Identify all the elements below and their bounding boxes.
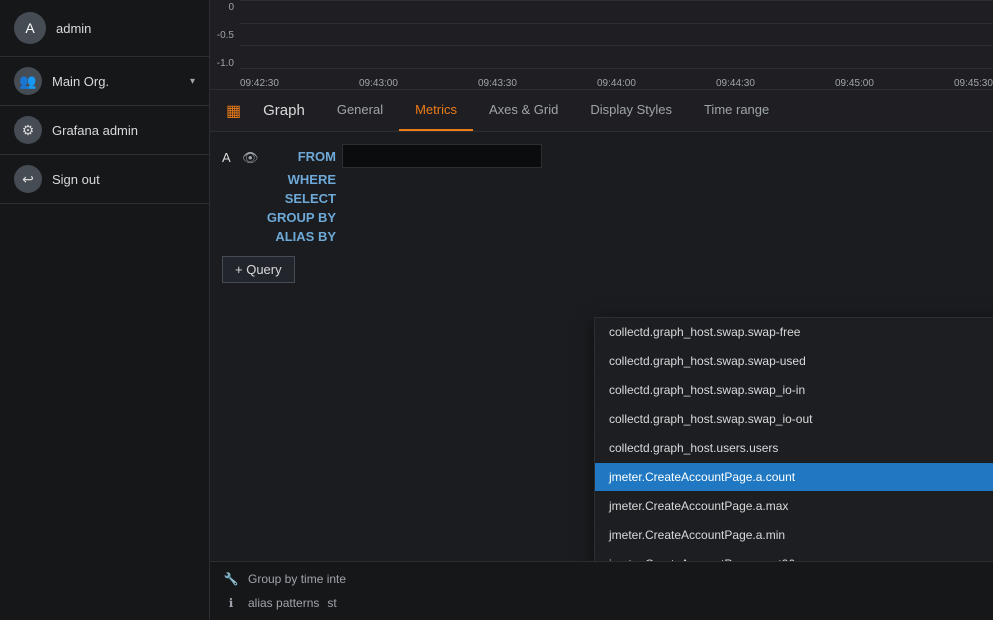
x-label-5: 09:45:00 [835, 78, 874, 89]
tabs-bar: ▦ Graph General Metrics Axes & Grid Disp… [210, 90, 993, 132]
sidebar-item-grafana-admin[interactable]: ⚙ Grafana admin [0, 106, 209, 155]
chart-x-labels: 09:42:30 09:43:00 09:43:30 09:44:00 09:4… [240, 78, 993, 89]
dropdown-item-jmeter-count[interactable]: jmeter.CreateAccountPage.a.count [595, 463, 993, 492]
tab-general[interactable]: General [321, 90, 399, 131]
from-line: FROM [266, 144, 981, 168]
dropdown-item-jmeter-pct90[interactable]: jmeter.CreateAccountPage.a.pct90 [595, 550, 993, 561]
where-keyword: WHERE [266, 172, 336, 187]
select-keyword: SELECT [266, 191, 336, 206]
group-by-line: GROUP BY [266, 210, 981, 225]
group-by-time-row: 🔧 Group by time inte [222, 570, 981, 588]
grid-line [240, 0, 993, 1]
group-by-keyword: GROUP BY [266, 210, 336, 225]
x-label-0: 09:42:30 [240, 78, 279, 89]
alias-patterns-label: alias patterns [248, 596, 319, 610]
select-line: SELECT [266, 191, 981, 206]
query-letter: A [222, 144, 242, 165]
sidebar-username: admin [56, 21, 91, 36]
dropdown-item-swap-used[interactable]: collectd.graph_host.swap.swap-used [595, 347, 993, 376]
main-content: 0 -0.5 -1.0 09:42:30 09:43:00 09:43:30 0… [210, 0, 993, 620]
grid-line [240, 45, 993, 46]
add-query-button[interactable]: + Query [222, 256, 295, 283]
dropdown-item-swap-free[interactable]: collectd.graph_host.swap.swap-free [595, 318, 993, 347]
org-icon: 👥 [14, 67, 42, 95]
chart-y-labels: 0 -0.5 -1.0 [210, 2, 238, 69]
x-label-2: 09:43:30 [478, 78, 517, 89]
grid-line [240, 23, 993, 24]
grid-line [240, 68, 993, 69]
sidebar-item-sign-out[interactable]: ↩ Sign out [0, 155, 209, 204]
x-label-3: 09:44:00 [597, 78, 636, 89]
chevron-down-icon: ▾ [190, 76, 195, 87]
query-row-a: A 👁 FROM WHERE SELECT GROUP BY ALIAS BY [222, 144, 981, 244]
tab-title: Graph [247, 90, 321, 131]
gear-icon: ⚙ [14, 116, 42, 144]
bottom-rows: 🔧 Group by time inte ℹ alias patterns st [210, 561, 993, 620]
from-input[interactable] [342, 144, 542, 168]
y-label-0: 0 [210, 2, 238, 13]
chart-grid [240, 0, 993, 69]
group-by-time-label: Group by time inte [248, 572, 346, 586]
chart-area: 0 -0.5 -1.0 09:42:30 09:43:00 09:43:30 0… [210, 0, 993, 90]
sidebar-user: A admin [0, 0, 209, 57]
x-label-1: 09:43:00 [359, 78, 398, 89]
dropdown-item-swap-io-out[interactable]: collectd.graph_host.swap.swap_io-out [595, 405, 993, 434]
dropdown-item-jmeter-max[interactable]: jmeter.CreateAccountPage.a.max [595, 492, 993, 521]
sidebar-item-label: Grafana admin [52, 123, 195, 138]
alias-by-line: ALIAS BY [266, 229, 981, 244]
dropdown-item-swap-io-in[interactable]: collectd.graph_host.swap.swap_io-in [595, 376, 993, 405]
query-area: A 👁 FROM WHERE SELECT GROUP BY ALIAS BY [210, 132, 993, 561]
query-builder: FROM WHERE SELECT GROUP BY ALIAS BY [266, 144, 981, 244]
sidebar: A admin 👥 Main Org. ▾ ⚙ Grafana admin ↩ … [0, 0, 210, 620]
alias-by-keyword: ALIAS BY [266, 229, 336, 244]
from-keyword: FROM [266, 149, 336, 164]
alias-value: st [327, 596, 336, 610]
tab-display-styles[interactable]: Display Styles [574, 90, 688, 131]
dropdown-item-jmeter-min[interactable]: jmeter.CreateAccountPage.a.min [595, 521, 993, 550]
x-label-4: 09:44:30 [716, 78, 755, 89]
sidebar-item-org[interactable]: 👥 Main Org. ▾ [0, 57, 209, 106]
graph-icon: ▦ [226, 101, 241, 121]
alias-patterns-row: ℹ alias patterns st [222, 594, 981, 612]
wrench-icon: 🔧 [222, 570, 240, 588]
x-label-6: 09:45:30 [954, 78, 993, 89]
avatar: A [14, 12, 46, 44]
tab-time-range[interactable]: Time range [688, 90, 785, 131]
y-label-1: -0.5 [210, 30, 238, 41]
y-label-2: -1.0 [210, 58, 238, 69]
where-line: WHERE [266, 172, 981, 187]
tab-metrics[interactable]: Metrics [399, 90, 473, 131]
tab-axes-grid[interactable]: Axes & Grid [473, 90, 574, 131]
sidebar-item-label: Sign out [52, 172, 195, 187]
sign-out-icon: ↩ [14, 165, 42, 193]
eye-icon[interactable]: 👁 [242, 144, 266, 166]
info-icon: ℹ [222, 594, 240, 612]
dropdown-item-users-users[interactable]: collectd.graph_host.users.users [595, 434, 993, 463]
metric-dropdown: collectd.graph_host.swap.swap-freecollec… [594, 317, 993, 561]
sidebar-item-label: Main Org. [52, 74, 190, 89]
